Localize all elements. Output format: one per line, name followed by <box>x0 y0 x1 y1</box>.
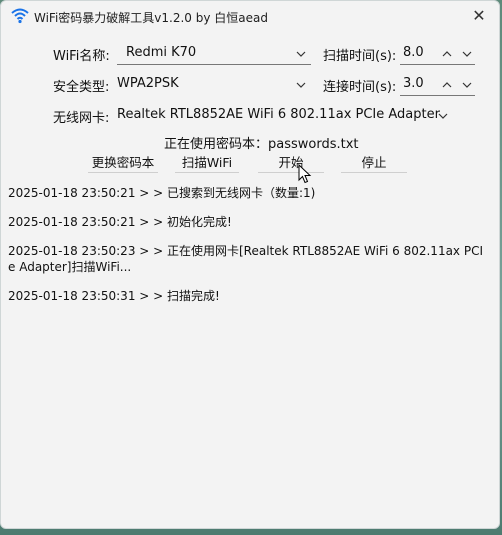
security-type-value: WPA2PSK <box>117 76 179 91</box>
scan-wifi-button[interactable]: 扫描WiFi <box>175 154 239 173</box>
chevron-down-icon[interactable] <box>462 50 472 58</box>
close-icon: ✕ <box>472 6 486 25</box>
log-entry: 2025-01-18 23:50:23 > > 正在使用网卡[Realtek R… <box>8 244 484 274</box>
password-book-label: 正在使用密码本：passwords.txt <box>164 137 359 152</box>
chevron-down-icon[interactable] <box>462 81 472 89</box>
wifi-name-value: Redmi K70 <box>126 45 197 60</box>
chevron-down-icon <box>438 113 448 119</box>
adapter-value: Realtek RTL8852AE WiFi 6 802.11ax PCIe A… <box>117 107 440 122</box>
chevron-up-icon[interactable] <box>442 50 452 58</box>
chevron-up-icon[interactable] <box>442 81 452 89</box>
start-button[interactable]: 开始 <box>258 154 324 173</box>
stop-button[interactable]: 停止 <box>341 154 407 173</box>
scan-time-label: 扫描时间(s): <box>323 49 397 64</box>
connect-time-label: 连接时间(s): <box>323 80 397 95</box>
log-entry: 2025-01-18 23:50:21 > > 已搜索到无线网卡（数量:1) <box>8 186 316 200</box>
log-panel[interactable]: 2025-01-18 23:50:21 > > 已搜索到无线网卡（数量:1) 2… <box>8 185 488 317</box>
wifi-name-label: WiFi名称: <box>53 49 110 64</box>
connect-time-value: 3.0 <box>403 76 424 91</box>
adapter-label: 无线网卡: <box>53 111 110 126</box>
app-window: WiFi密码暴力破解工具v1.2.0 by 白恒aead ✕ WiFi名称: R… <box>0 0 500 529</box>
chevron-down-icon <box>296 51 306 57</box>
chevron-down-icon <box>296 82 306 88</box>
change-password-book-button[interactable]: 更换密码本 <box>88 154 158 173</box>
log-entry: 2025-01-18 23:50:31 > > 扫描完成! <box>8 289 220 303</box>
close-button[interactable]: ✕ <box>469 6 489 26</box>
mouse-cursor-icon <box>298 164 312 184</box>
scan-time-value: 8.0 <box>403 45 424 60</box>
security-type-label: 安全类型: <box>53 80 110 95</box>
title-bar: WiFi密码暴力破解工具v1.2.0 by 白恒aead ✕ <box>1 1 499 33</box>
window-title: WiFi密码暴力破解工具v1.2.0 by 白恒aead <box>34 11 268 25</box>
wifi-icon <box>11 8 29 24</box>
log-entry: 2025-01-18 23:50:21 > > 初始化完成! <box>8 215 232 229</box>
